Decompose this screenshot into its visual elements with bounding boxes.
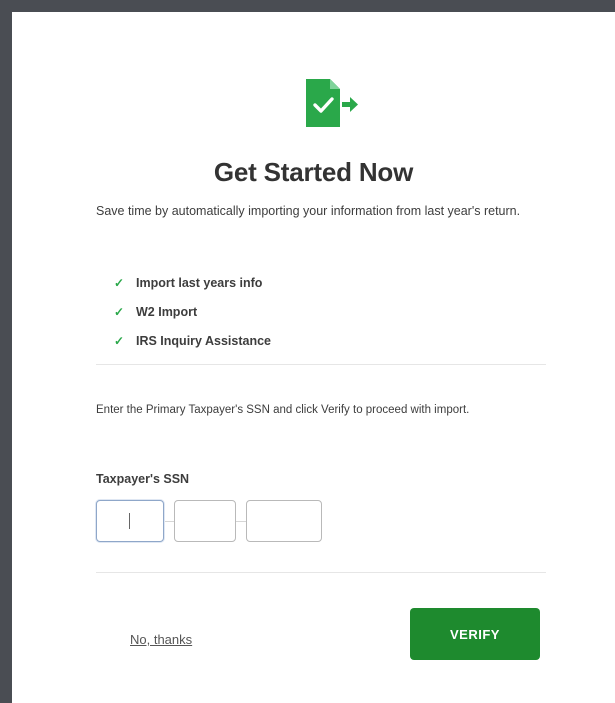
check-icon: ✓ (114, 333, 125, 348)
feature-list: ✓ Import last years info ✓ W2 Import ✓ I… (114, 268, 271, 355)
list-item: ✓ W2 Import (114, 297, 271, 326)
check-icon: ✓ (114, 275, 125, 290)
feature-label: W2 Import (136, 304, 198, 319)
get-started-dialog: Get Started Now Save time by automatical… (12, 12, 615, 703)
ssn-part3-input[interactable] (246, 500, 322, 542)
instruction-text: Enter the Primary Taxpayer's SSN and cli… (96, 404, 470, 416)
check-icon: ✓ (114, 304, 125, 319)
feature-label: Import last years info (136, 275, 263, 290)
divider (96, 572, 546, 573)
ssn-separator (236, 520, 246, 522)
ssn-part2-input[interactable] (174, 500, 236, 542)
ssn-label: Taxpayer's SSN (96, 472, 190, 486)
verify-button[interactable]: VERIFY (410, 608, 540, 660)
divider (96, 364, 546, 365)
intro-text: Save time by automatically importing you… (96, 204, 521, 218)
ssn-input-group (96, 500, 322, 542)
list-item: ✓ Import last years info (114, 268, 271, 297)
no-thanks-link[interactable]: No, thanks (130, 632, 192, 647)
list-item: ✓ IRS Inquiry Assistance (114, 326, 271, 355)
dialog-title: Get Started Now (213, 157, 414, 187)
ssn-separator (164, 520, 174, 522)
feature-label: IRS Inquiry Assistance (136, 333, 271, 348)
ssn-part1-wrapper (96, 500, 164, 542)
ssn-part1-input[interactable] (96, 500, 164, 542)
text-cursor (129, 513, 130, 529)
import-document-icon (306, 79, 358, 127)
